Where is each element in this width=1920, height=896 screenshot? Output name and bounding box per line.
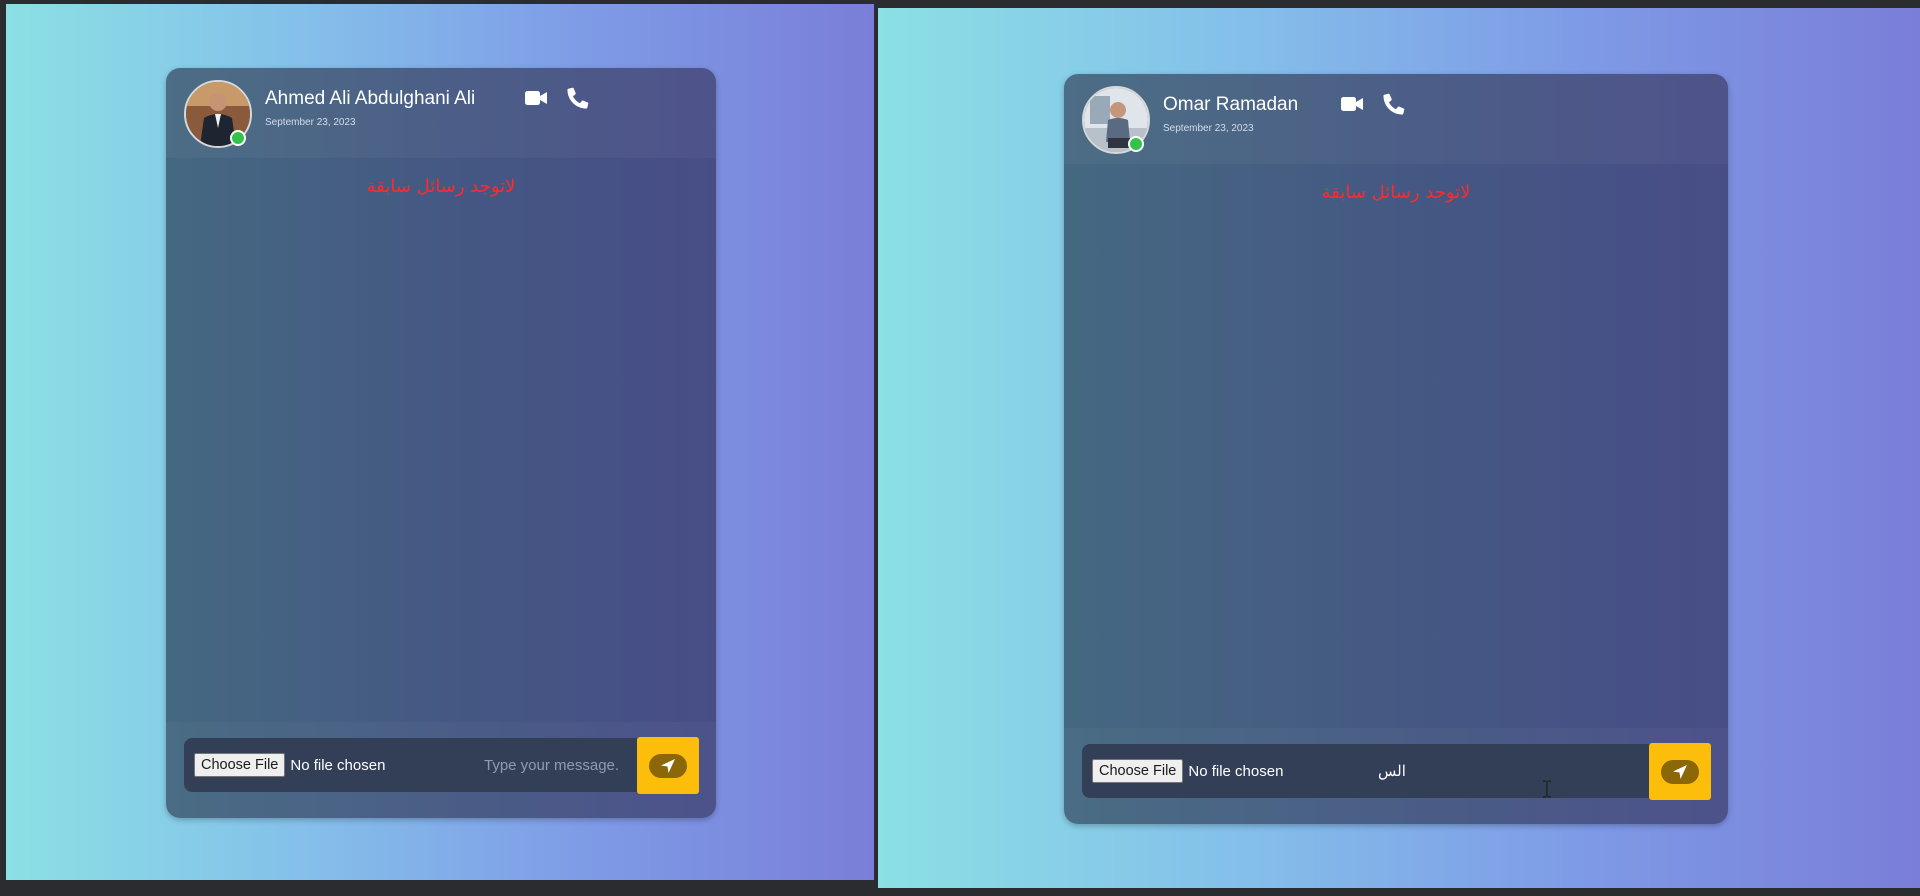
phone-icon[interactable]: [1382, 93, 1406, 115]
chat-header: Omar Ramadan September 23, 2023: [1064, 74, 1728, 164]
message-composer: Choose File No file chosen: [166, 722, 716, 818]
phone-icon[interactable]: [566, 87, 590, 109]
last-seen-date: September 23, 2023: [265, 117, 356, 128]
online-status-dot: [230, 130, 246, 146]
browser-window-right: Omar Ramadan September 23, 2023 لاتوجد ر…: [878, 8, 1920, 888]
no-previous-messages-text: لاتوجد رسائل سابقة: [366, 176, 516, 197]
browser-window-left: Ahmed Ali Abdulghani Ali September 23, 2…: [6, 4, 874, 884]
last-seen-date: September 23, 2023: [1163, 123, 1254, 134]
chat-header: Ahmed Ali Abdulghani Ali September 23, 2…: [166, 68, 716, 158]
message-composer: Choose File No file chosen: [1064, 728, 1728, 824]
send-icon: [1661, 759, 1699, 784]
chat-card: Omar Ramadan September 23, 2023 لاتوجد ر…: [1064, 74, 1728, 824]
send-button[interactable]: [1649, 743, 1711, 800]
file-status-label: No file chosen: [1188, 762, 1284, 780]
message-input[interactable]: [1378, 754, 1628, 788]
file-picker: Choose File No file chosen: [194, 752, 385, 778]
video-camera-icon[interactable]: [1340, 93, 1364, 115]
contact-name: Omar Ramadan: [1163, 94, 1299, 115]
window-edge: [6, 880, 874, 884]
choose-file-button[interactable]: Choose File: [194, 753, 286, 777]
contact-name: Ahmed Ali Abdulghani Ali: [265, 88, 476, 109]
video-camera-icon[interactable]: [524, 87, 548, 109]
file-picker: Choose File No file chosen: [1092, 758, 1283, 784]
choose-file-button[interactable]: Choose File: [1092, 759, 1184, 783]
send-icon: [649, 753, 687, 778]
chat-card: Ahmed Ali Abdulghani Ali September 23, 2…: [166, 68, 716, 818]
send-button[interactable]: [637, 737, 699, 794]
message-input[interactable]: [484, 748, 652, 782]
online-status-dot: [1128, 136, 1144, 152]
composer-bar: Choose File No file chosen: [1082, 743, 1711, 800]
no-previous-messages-text: لاتوجد رسائل سابقة: [1321, 182, 1471, 203]
text-cursor-icon: [1542, 780, 1552, 798]
composer-bar: Choose File No file chosen: [184, 737, 699, 794]
file-status-label: No file chosen: [290, 756, 386, 774]
